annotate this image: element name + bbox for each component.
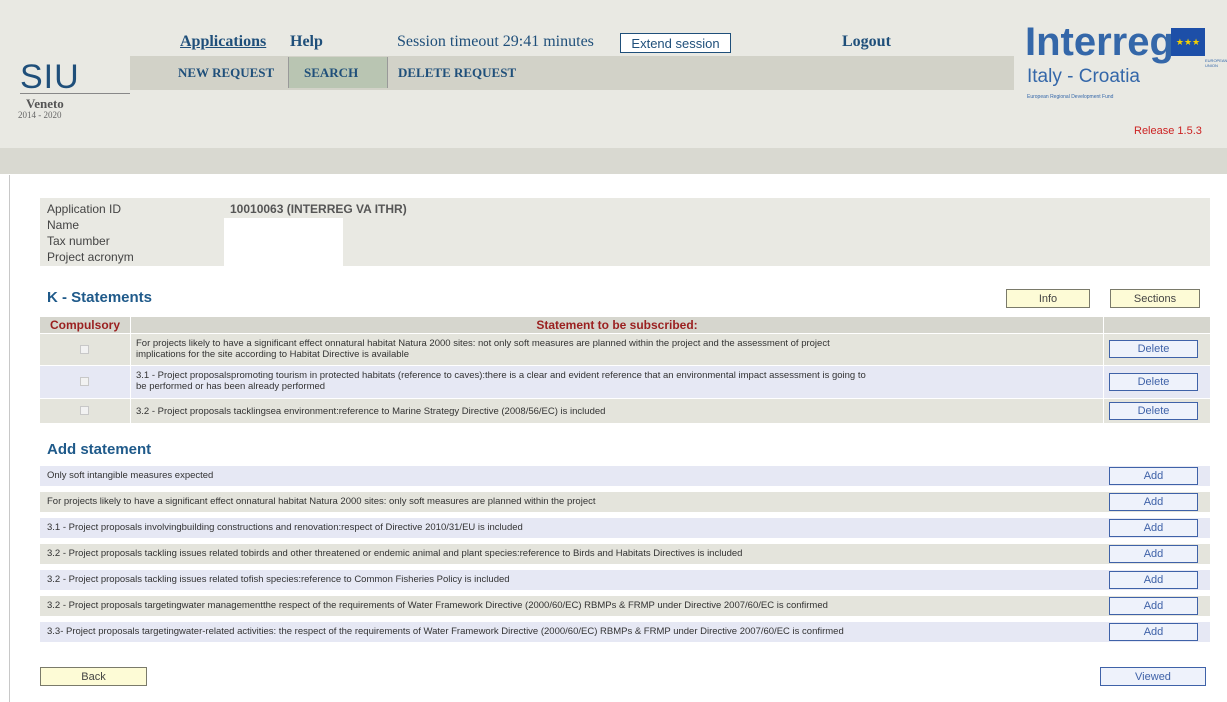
statement-text-line2: implications for the site according to H… [136,349,409,360]
application-info [40,198,1210,266]
statement-text-line1: 3.2 - Project proposals tacklingsea envi… [136,406,606,417]
statement-text-line1: For projects likely to have a significan… [136,338,830,349]
interreg-logo: Interreg [1025,20,1174,64]
nav-delete-request[interactable]: DELETE REQUEST [398,57,598,88]
compulsory-checkbox[interactable] [80,377,89,386]
viewed-button[interactable]: Viewed [1100,667,1206,686]
add-row-text: 3.2 - Project proposals tackling issues … [47,574,510,585]
col-compulsory: Compulsory [40,317,130,333]
add-row: For projects likely to have a significan… [40,492,1210,512]
nav-new-request[interactable]: NEW REQUEST [170,57,288,88]
add-button[interactable]: Add [1109,623,1198,641]
add-button[interactable]: Add [1109,597,1198,615]
label-tax-number: Tax number [47,234,110,248]
col-statement: Statement to be subscribed: [131,317,1103,333]
logo-years: 2014 - 2020 [18,110,62,120]
add-row: 3.2 - Project proposals tackling issues … [40,570,1210,590]
sections-button[interactable]: Sections [1110,289,1200,308]
add-row-text: 3.3- Project proposals targetingwater-re… [47,626,844,637]
add-row: 3.2 - Project proposals targetingwater m… [40,596,1210,616]
nav-applications[interactable]: Applications [180,33,266,51]
fund-name: European Regional Development Fund [1027,94,1114,100]
session-timeout: Session timeout 29:41 minutes [397,33,594,50]
program-name: Italy - Croatia [1027,66,1140,87]
logo-divider [20,93,130,94]
add-button[interactable]: Add [1109,493,1198,511]
nav-logout[interactable]: Logout [842,33,891,51]
add-row: 3.1 - Project proposals involvingbuildin… [40,518,1210,538]
column-divider [130,317,131,423]
add-row-text: 3.1 - Project proposals involvingbuildin… [47,522,523,533]
compulsory-checkbox[interactable] [80,406,89,415]
statement-row: 3.2 - Project proposals tacklingsea envi… [40,399,1210,423]
add-row: 3.2 - Project proposals tackling issues … [40,544,1210,564]
page: SIU Veneto 2014 - 2020 Applications Help… [0,0,1227,702]
eu-flag-icon: ★★★ [1171,28,1205,56]
add-button[interactable]: Add [1109,519,1198,537]
add-row-text: 3.2 - Project proposals tackling issues … [47,548,743,559]
add-button[interactable]: Add [1109,545,1198,563]
add-row: 3.3- Project proposals targetingwater-re… [40,622,1210,642]
release-version: Release 1.5.3 [1134,125,1202,137]
delete-button[interactable]: Delete [1109,340,1198,358]
header-strip [0,148,1227,174]
nav-search[interactable]: SEARCH [288,57,388,88]
column-divider [1103,317,1104,423]
statement-text-line2: be performed or has been already perform… [136,381,326,392]
add-button[interactable]: Add [1109,467,1198,485]
label-name: Name [47,218,80,232]
back-button[interactable]: Back [40,667,147,686]
eu-label: EUROPEAN UNION [1205,58,1227,68]
extend-session-button[interactable]: Extend session [620,33,731,53]
application-id-value: 10010063 (INTERREG VA ITHR) [230,202,407,216]
add-row-text: For projects likely to have a significan… [47,496,596,507]
add-button[interactable]: Add [1109,571,1198,589]
siu-logo: SIU [20,58,80,96]
delete-button[interactable]: Delete [1109,402,1198,420]
label-application-id: Application ID [47,202,122,216]
compulsory-checkbox[interactable] [80,345,89,354]
statements-title: K - Statements [47,289,153,306]
add-statement-title: Add statement [47,441,152,458]
add-row-text: 3.2 - Project proposals targetingwater m… [47,600,828,611]
left-rule [9,175,10,702]
statement-text-line1: 3.1 - Project proposalspromoting tourism… [136,370,866,381]
statement-row: 3.1 - Project proposalspromoting tourism… [40,366,1210,398]
label-project-acronym: Project acronym [47,250,134,264]
info-button[interactable]: Info [1006,289,1090,308]
add-row: Only soft intangible measures expected [40,466,1210,486]
delete-button[interactable]: Delete [1109,373,1198,391]
add-row-text: Only soft intangible measures expected [47,470,214,481]
nav-help[interactable]: Help [290,33,323,51]
application-values-box [224,218,343,266]
col-actions [1104,317,1210,333]
statement-row: For projects likely to have a significan… [40,334,1210,365]
